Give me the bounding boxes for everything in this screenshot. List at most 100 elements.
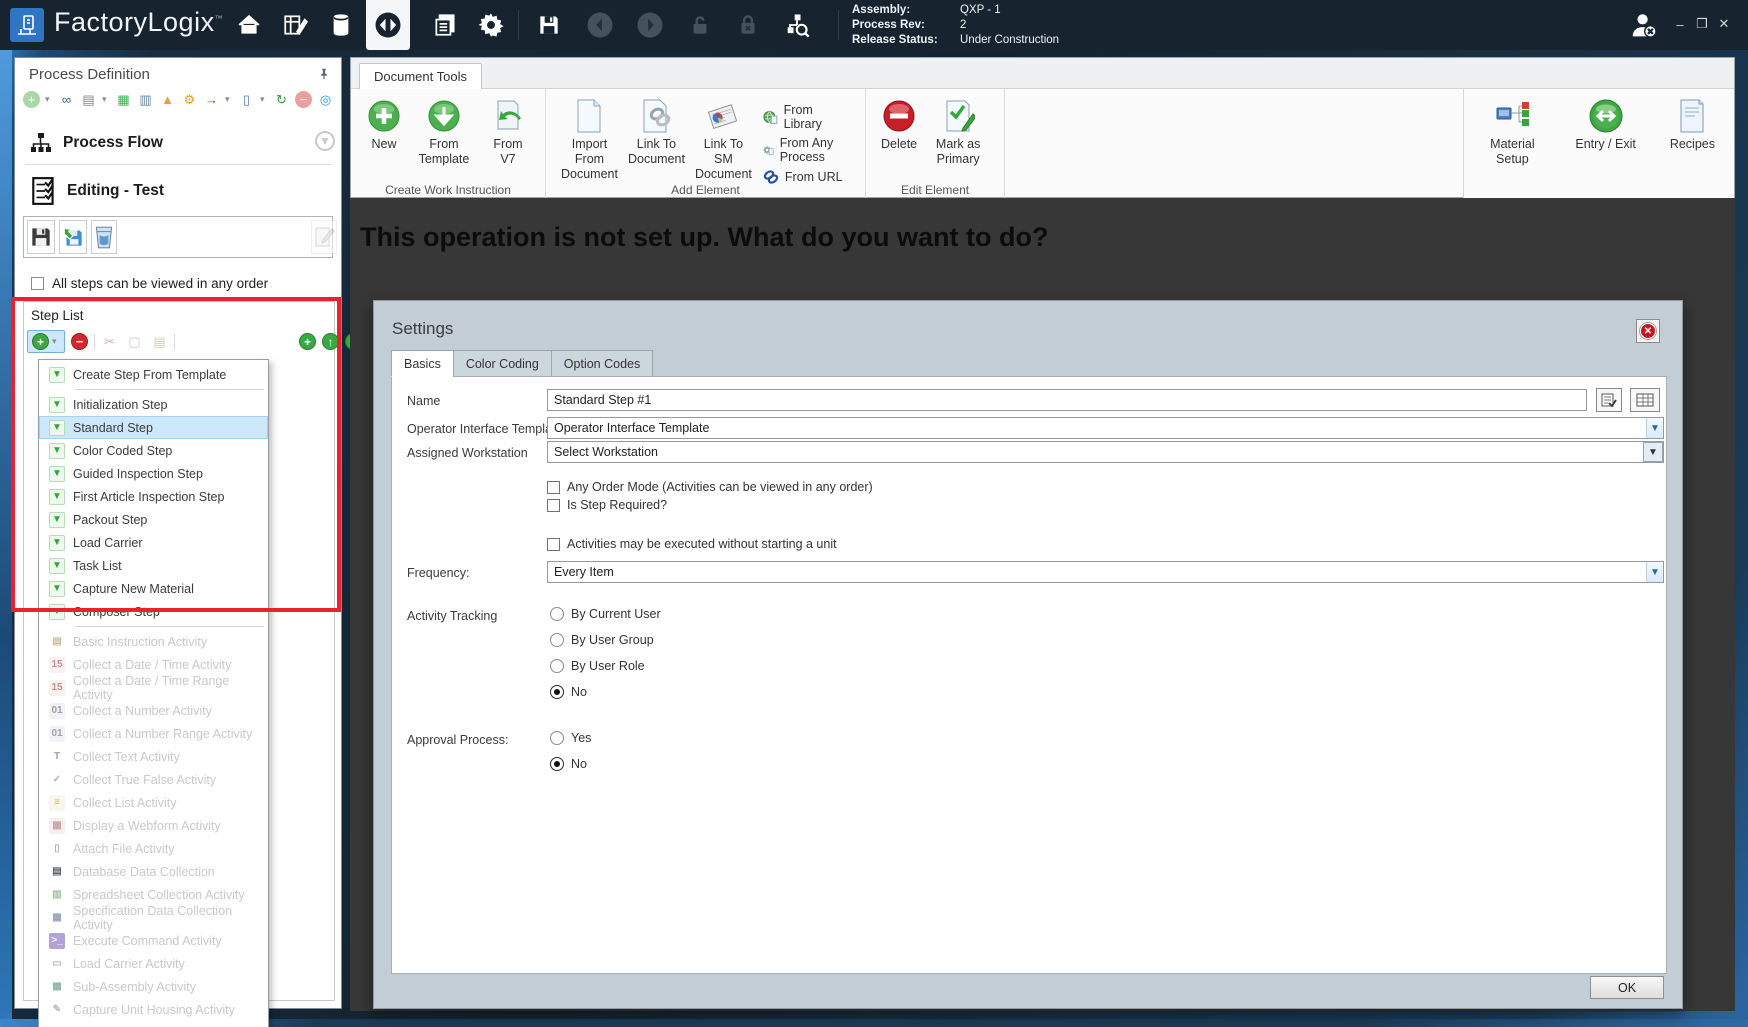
frequency-combo[interactable]: Every Item▼ xyxy=(547,561,1664,583)
home-button[interactable] xyxy=(232,10,266,40)
dialog-close-button[interactable]: ✕ xyxy=(1636,319,1660,343)
export-icon[interactable]: → xyxy=(203,91,220,108)
activity-menu-item: ▤Basic Instruction Activity xyxy=(39,630,268,653)
import-flow-button[interactable] xyxy=(59,220,87,254)
step-menu-item[interactable]: ▼Composer Step xyxy=(39,600,268,623)
ok-button[interactable]: OK xyxy=(1590,976,1664,999)
spellcheck-button[interactable] xyxy=(1596,388,1622,412)
from-any-process-icon xyxy=(763,142,774,158)
step-menu-item[interactable]: ▼Task List xyxy=(39,554,268,577)
group-add-element: Import From Document Link To Document Li… xyxy=(546,89,866,198)
remove-step-button[interactable]: − xyxy=(71,333,88,350)
menu-separator xyxy=(75,626,264,627)
load-carrier-step-icon: ▼ xyxy=(49,535,65,551)
step-menu-item[interactable]: ▼Create Step From Template xyxy=(39,363,268,386)
radio-activity-no[interactable]: No xyxy=(550,685,587,699)
mark-as-primary-button[interactable]: Mark as Primary xyxy=(922,95,994,169)
any-order-mode-checkbox[interactable] xyxy=(547,481,560,494)
from-library-button[interactable]: From Library xyxy=(763,103,849,131)
presentation-icon[interactable]: ▥ xyxy=(137,91,154,108)
from-any-process-button[interactable]: From Any Process xyxy=(763,136,849,164)
save-flow-button[interactable] xyxy=(27,220,55,254)
dialog-title: Settings xyxy=(392,319,453,339)
step-menu-item[interactable]: ▼Standard Step xyxy=(39,416,268,439)
workflow-icon[interactable]: ▦ xyxy=(115,91,132,108)
settings-gear-button[interactable] xyxy=(474,10,508,40)
tab-color-coding[interactable]: Color Coding xyxy=(453,350,551,377)
radio-by-current-user[interactable]: By Current User xyxy=(550,607,661,621)
from-library-icon xyxy=(763,109,778,125)
assembly-info: Assembly:QXP - 1 Process Rev:2 Release S… xyxy=(852,3,1059,48)
grid-view-button[interactable] xyxy=(1630,388,1660,412)
any-order-checkbox[interactable] xyxy=(31,277,44,290)
delete-button[interactable]: Delete xyxy=(876,95,922,154)
tab-option-codes[interactable]: Option Codes xyxy=(551,350,653,377)
alert-bell-icon[interactable]: ▲ xyxy=(159,91,176,108)
step-menu-item[interactable]: ▼Initialization Step xyxy=(39,393,268,416)
workstation-dropdown-button[interactable]: ▼ xyxy=(1643,442,1663,462)
combo-chevron-icon[interactable]: ▼ xyxy=(1646,418,1663,438)
minimize-button[interactable]: – xyxy=(1670,14,1690,34)
from-template-button[interactable]: From Template xyxy=(407,95,481,169)
trash-icon[interactable]: ▯ xyxy=(238,91,255,108)
divider xyxy=(25,164,331,165)
refresh-icon[interactable]: ↻ xyxy=(273,91,290,108)
step-menu-item[interactable]: ▼Packout Step xyxy=(39,508,268,531)
recipes-button[interactable]: Recipes xyxy=(1665,95,1720,192)
move-up-button[interactable]: ↑ xyxy=(322,333,339,350)
assigned-workstation-combo[interactable]: Select Workstation▼ xyxy=(547,441,1664,463)
radio-by-user-role[interactable]: By User Role xyxy=(550,659,645,673)
name-input[interactable] xyxy=(547,389,1587,411)
capture-unit-housing-activity-icon: ✎ xyxy=(49,1002,65,1018)
process-flow-item[interactable]: Process Flow xyxy=(29,131,163,155)
radio-approval-yes[interactable]: Yes xyxy=(550,731,591,745)
group-label: Edit Element xyxy=(866,183,1004,197)
pin-icon[interactable] xyxy=(317,67,331,81)
user-logout-button[interactable] xyxy=(1622,10,1666,40)
process-editor-button-active[interactable] xyxy=(366,0,410,50)
document-viewer-button[interactable] xyxy=(428,10,462,40)
without-unit-checkbox[interactable] xyxy=(547,538,560,551)
sync-icon[interactable]: ◎ xyxy=(317,91,334,108)
material-package-button[interactable] xyxy=(324,10,358,40)
from-v7-button[interactable]: From V7 xyxy=(481,95,535,169)
step-menu-item[interactable]: ▼Capture New Material xyxy=(39,577,268,600)
process-flow-label: Process Flow xyxy=(63,134,163,152)
link-to-document-button[interactable]: Link To Document xyxy=(623,95,690,169)
without-unit-checkbox-row[interactable]: Activities may be executed without start… xyxy=(547,537,837,551)
assembly-editor-button[interactable] xyxy=(278,10,312,40)
add-multiple-button[interactable]: + xyxy=(299,333,316,350)
trash-flow-button[interactable] xyxy=(91,220,117,254)
radio-by-user-group[interactable]: By User Group xyxy=(550,633,654,647)
maximize-button[interactable]: ❒ xyxy=(1692,14,1712,34)
import-from-document-button[interactable]: Import From Document xyxy=(556,95,623,184)
close-button[interactable]: ✕ xyxy=(1714,14,1734,34)
link-to-sm-document-button[interactable]: Link To SM Document xyxy=(690,95,757,184)
combo-chevron-icon[interactable]: ▼ xyxy=(1646,562,1663,582)
process-search-button[interactable] xyxy=(780,10,814,40)
is-step-required-checkbox[interactable] xyxy=(547,499,560,512)
save-button[interactable] xyxy=(532,10,566,40)
add-step-button[interactable]: + ▾ xyxy=(27,330,65,353)
step-menu-item[interactable]: ▼Load Carrier xyxy=(39,531,268,554)
operator-interface-template-label: Operator Interface Template xyxy=(407,422,562,436)
editing-test-item[interactable]: Editing - Test xyxy=(31,176,164,206)
any-order-checkbox-row[interactable]: All steps can be viewed in any order xyxy=(31,276,268,291)
tab-document-tools[interactable]: Document Tools xyxy=(359,63,482,89)
material-setup-button[interactable]: Material Setup xyxy=(1478,95,1546,192)
step-menu-item[interactable]: ▼Color Coded Step xyxy=(39,439,268,462)
step-menu-item[interactable]: ▼Guided Inspection Step xyxy=(39,462,268,485)
step-menu-item[interactable]: ▼First Article Inspection Step xyxy=(39,485,268,508)
is-step-required-checkbox-row[interactable]: Is Step Required? xyxy=(547,498,667,512)
settings-dialog: Settings ✕ Basics Color Coding Option Co… xyxy=(373,300,1683,1009)
print-icon[interactable]: ▤ xyxy=(80,91,97,108)
radio-approval-no[interactable]: No xyxy=(550,757,587,771)
operator-interface-template-combo[interactable]: Operator Interface Template▼ xyxy=(547,417,1664,439)
new-button[interactable]: New xyxy=(361,95,407,154)
tab-basics[interactable]: Basics xyxy=(391,350,453,377)
entry-exit-button[interactable]: Entry / Exit xyxy=(1570,95,1640,192)
find-icon[interactable]: ∞ xyxy=(58,91,75,108)
options-gear-icon[interactable]: ⚙ xyxy=(181,91,198,108)
any-order-mode-checkbox-row[interactable]: Any Order Mode (Activities can be viewed… xyxy=(547,480,873,494)
ribbon-tabstrip: Document Tools xyxy=(351,58,1734,89)
